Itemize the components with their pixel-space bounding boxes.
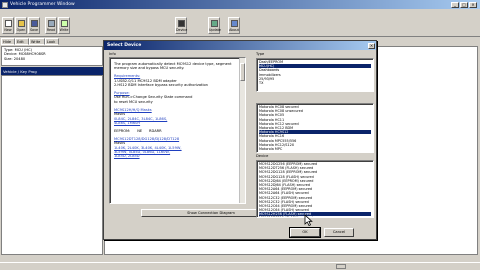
device-button[interactable]: Device [175, 17, 187, 34]
read-button[interactable]: Read [45, 17, 57, 34]
device-info-panel: Type: MCU (HC) Device: MC68HC908SR Size:… [1, 46, 103, 66]
dialog-title[interactable]: Select Device [104, 41, 376, 50]
save-button[interactable]: Save [28, 17, 40, 34]
write-icon [60, 20, 68, 27]
mask-list[interactable]: 4L86S, 1M60H [114, 121, 241, 125]
taskbar-item[interactable] [336, 263, 346, 269]
mouse-cursor-icon [304, 214, 313, 226]
select-device-dialog: Select Device × Info The program automat… [103, 40, 377, 240]
model-list[interactable]: Motorola HC08 secured Motorola HC08 unsec… [256, 103, 374, 153]
app-icon [2, 1, 8, 8]
chip-icon [177, 20, 185, 27]
minimize-button[interactable]: _ [451, 1, 459, 8]
ok-button[interactable]: OK [289, 227, 321, 238]
tab-hide[interactable]: Hide [1, 38, 15, 45]
device-info-text[interactable]: The program automatically detect MC9S12 … [109, 57, 246, 204]
tab-write[interactable]: Write [29, 38, 45, 45]
info-line: Size: 20480 [4, 56, 26, 61]
write-button[interactable]: Write [58, 17, 70, 34]
info-intro: The program automatically detect MC9S12 … [114, 62, 232, 71]
update-icon [210, 20, 218, 27]
toolbar: New Open Save Read Write Device Update A… [0, 15, 480, 37]
mask-list[interactable]: 1L85D, 2L85D [114, 154, 241, 158]
navigation-pane[interactable] [1, 75, 103, 255]
maximize-button[interactable]: □ [460, 1, 468, 8]
device-list-item[interactable]: MC9S12DP512 (FLASH) secured [259, 216, 371, 217]
read-icon [47, 20, 55, 27]
open-button[interactable]: Open [15, 17, 27, 34]
new-button[interactable]: New [2, 17, 14, 34]
tab-look[interactable]: Look [45, 38, 59, 45]
window-title-bar[interactable]: Vehicle Programmer Window [0, 0, 480, 9]
info-group-label: Info [109, 52, 116, 56]
type-list[interactable]: Dash/EEPROM MCU(HC) Dashboards Immobilizers… [256, 58, 374, 92]
new-icon [4, 20, 12, 27]
device-group-label: Device [256, 154, 269, 158]
close-window-button[interactable]: × [469, 1, 477, 8]
tab-edit[interactable]: Edit [15, 38, 29, 45]
type-list-item[interactable]: TX [259, 81, 371, 85]
purpose-line: to reset MCU security [114, 99, 153, 104]
about-button[interactable]: About [228, 17, 240, 34]
requirement-line: 2.HS12 BDM Interface bypass security aut… [114, 83, 208, 88]
about-icon [230, 20, 238, 27]
save-icon [30, 20, 38, 27]
dialog-close-button[interactable]: × [368, 42, 375, 49]
model-list-item[interactable]: Motorola MPC [259, 147, 371, 151]
taskbar [0, 262, 480, 270]
type-group-label: Type [256, 52, 265, 56]
info-scrollbar-thumb[interactable] [239, 63, 245, 81]
tab-bar: Hide Edit Write Look [0, 37, 70, 46]
window-title: Vehicle Programmer Window [10, 2, 75, 7]
update-button[interactable]: Update [208, 17, 221, 34]
cancel-button[interactable]: Cancel [324, 228, 354, 237]
open-icon [17, 20, 25, 27]
device-list[interactable]: MC9S12DG256 (EEPROM) secured MC9S12DT256 … [256, 160, 374, 218]
eeprom-row: EEPROM: NE RDARR [114, 128, 162, 133]
tree-header[interactable]: Vehicle / Key Prog [1, 67, 103, 75]
